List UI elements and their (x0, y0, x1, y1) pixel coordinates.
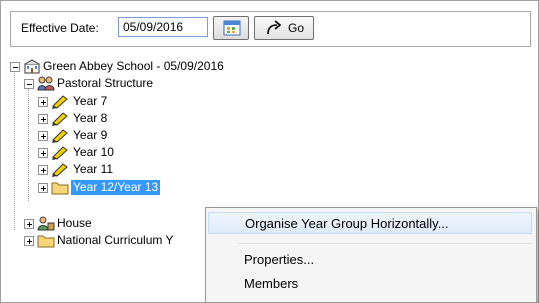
tree-node-label: National Curriculum Y (57, 233, 174, 247)
folder-icon (37, 235, 55, 248)
expand-icon[interactable] (38, 97, 48, 107)
pencil-icon (52, 112, 68, 126)
menu-separator (238, 243, 531, 245)
tree-node-label: Year 8 (73, 111, 108, 125)
expand-icon[interactable] (38, 165, 48, 175)
tree-connector (14, 67, 15, 230)
tree-node-label: Year 11 (73, 162, 114, 176)
tree-node-label: Year 10 (73, 145, 114, 159)
expand-icon[interactable] (38, 183, 48, 193)
effective-date-input[interactable]: 05/09/2016 (118, 17, 208, 37)
school-icon (24, 59, 40, 74)
expand-icon[interactable] (24, 219, 34, 229)
tree-node-label-selected: Year 12/Year 13 (71, 180, 161, 195)
menu-item-label: Organise Year Group Horizontally... (245, 216, 449, 231)
people-group-icon (37, 76, 55, 91)
go-arrow-icon (267, 20, 282, 35)
house-group-icon (37, 216, 55, 231)
pencil-icon (52, 95, 68, 109)
tree-node-label: Pastoral Structure (57, 76, 154, 90)
folder-icon (51, 182, 69, 195)
menu-item-label: Properties... (244, 252, 315, 267)
pencil-icon (52, 146, 68, 160)
expand-icon[interactable] (38, 131, 48, 141)
pencil-icon (52, 129, 68, 143)
menu-item-properties[interactable]: Properties... (208, 249, 532, 271)
tree-node-label: Year 7 (73, 94, 108, 108)
tree-connector (28, 89, 29, 201)
window-frame: Effective Date: 05/09/2016 Go Green Abbe… (0, 0, 539, 303)
pencil-icon (52, 163, 68, 177)
tree-node-label: House (57, 216, 92, 230)
collapse-icon[interactable] (24, 79, 34, 89)
effective-date-label: Effective Date: (21, 21, 99, 35)
tree-node-label: Green Abbey School - 05/09/2016 (43, 59, 224, 73)
go-button[interactable]: Go (254, 16, 314, 40)
tree-node-label: Year 9 (73, 128, 108, 142)
context-menu: Organise Year Group Horizontally... Prop… (205, 207, 537, 303)
go-button-label: Go (288, 21, 305, 35)
calendar-button[interactable] (213, 16, 249, 40)
menu-item-organise-horizontally[interactable]: Organise Year Group Horizontally... (208, 212, 532, 234)
collapse-icon[interactable] (10, 62, 20, 72)
expand-icon[interactable] (24, 236, 34, 246)
menu-item-label: Members (244, 276, 299, 291)
expand-icon[interactable] (38, 148, 48, 158)
effective-date-toolbar: Effective Date: 05/09/2016 Go (10, 11, 531, 47)
calendar-icon (223, 20, 241, 36)
expand-icon[interactable] (38, 114, 48, 124)
menu-item-members[interactable]: Members (208, 273, 532, 295)
